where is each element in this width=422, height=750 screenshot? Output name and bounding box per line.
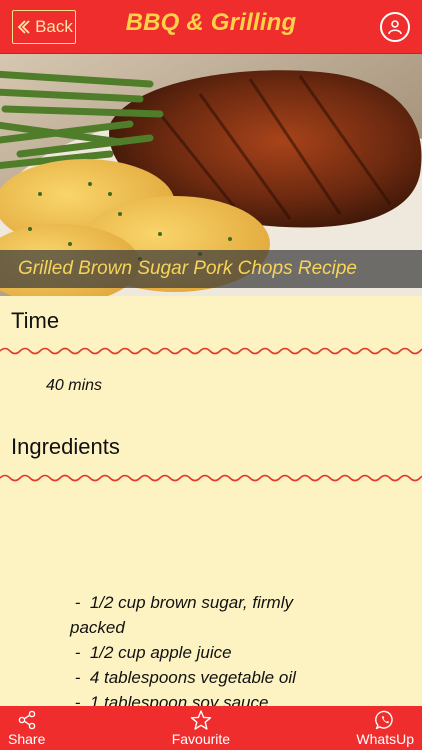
time-heading: Time [11, 308, 60, 333]
ingredients-heading: Ingredients [11, 434, 120, 459]
share-icon [18, 710, 35, 730]
list-item: - 1 tablespoon soy sauce [70, 693, 269, 706]
top-bar: Back BBQ & Grilling [0, 0, 422, 54]
profile-button[interactable] [380, 12, 410, 42]
list-item: - 1/2 cup apple juice [70, 643, 232, 662]
list-item: packed [70, 618, 125, 637]
star-icon [190, 710, 212, 730]
profile-icon [388, 20, 402, 35]
whatsapp-button[interactable]: WhatsUp [356, 706, 414, 750]
whatsapp-icon [375, 710, 393, 730]
share-label: Share [8, 731, 46, 747]
recipe-title: Grilled Brown Sugar Pork Chops Recipe [0, 250, 422, 288]
share-button[interactable]: Share [8, 706, 45, 750]
list-item: - 4 tablespoons vegetable oil [70, 668, 296, 687]
whatsapp-label: WhatsUp [356, 731, 414, 747]
section-divider [0, 474, 422, 482]
favourite-label: Favourite [171, 731, 231, 747]
time-value: 40 mins [46, 377, 103, 394]
list-item: - 1/2 cup brown sugar, firmly [70, 593, 293, 612]
recipe-details: Time 40 mins Ingredients - 1/2 cup brown… [0, 296, 422, 706]
recipe-image: Grilled Brown Sugar Pork Chops Recipe [0, 54, 422, 296]
bottom-toolbar: Share Favourite WhatsUp [0, 706, 422, 750]
page-title: BBQ & Grilling [125, 9, 297, 36]
ingredients-list: - 1/2 cup brown sugar, firmly packed - 1… [70, 590, 400, 706]
section-divider [0, 347, 422, 355]
favourite-button[interactable]: Favourite [172, 706, 230, 750]
